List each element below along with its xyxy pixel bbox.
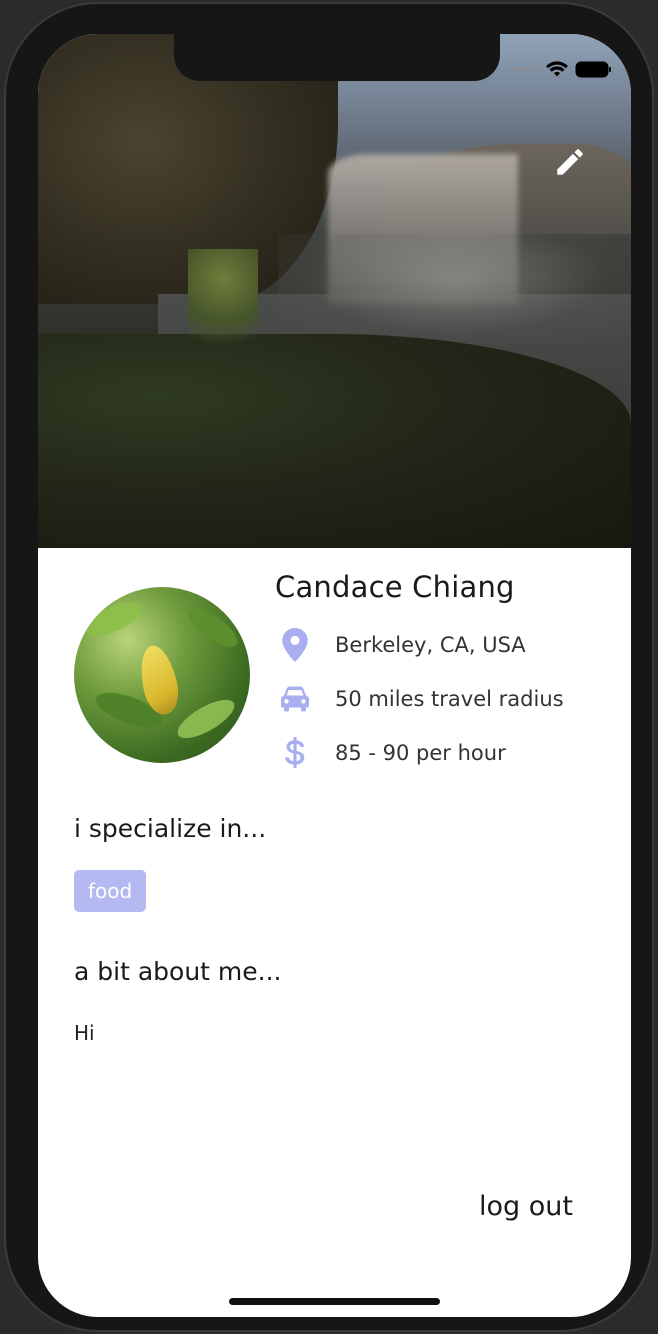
specialize-heading: i specialize in... [74, 814, 267, 843]
location-row: Berkeley, CA, USA [275, 625, 526, 665]
signal-icon [512, 67, 537, 71]
travel-radius-row: 50 miles travel radius [275, 679, 564, 719]
app-screen: Candace Chiang Berkeley, CA, USA 50 mile… [38, 34, 631, 1317]
avatar [74, 587, 250, 763]
specialty-tag-food[interactable]: food [74, 870, 147, 912]
battery-icon [577, 62, 611, 76]
about-text: Hi [74, 1021, 95, 1045]
edit-profile-button[interactable] [550, 142, 590, 182]
pencil-icon [557, 149, 583, 175]
device-frame: Candace Chiang Berkeley, CA, USA 50 mile… [6, 4, 652, 1330]
dollar-icon [275, 735, 315, 771]
about-heading: a bit about me... [74, 957, 282, 986]
wifi-icon [546, 61, 568, 77]
rate-text: 85 - 90 per hour [335, 741, 506, 765]
location-text: Berkeley, CA, USA [335, 633, 526, 657]
rate-row: 85 - 90 per hour [275, 733, 506, 773]
map-pin-icon [275, 627, 315, 663]
car-icon [275, 681, 315, 717]
logout-button[interactable]: log out [479, 1191, 573, 1222]
cover-photo [38, 34, 631, 548]
device-notch [174, 34, 500, 81]
home-indicator[interactable] [229, 1298, 440, 1305]
travel-radius-text: 50 miles travel radius [335, 687, 564, 711]
status-bar [512, 60, 611, 78]
profile-name: Candace Chiang [275, 570, 515, 604]
